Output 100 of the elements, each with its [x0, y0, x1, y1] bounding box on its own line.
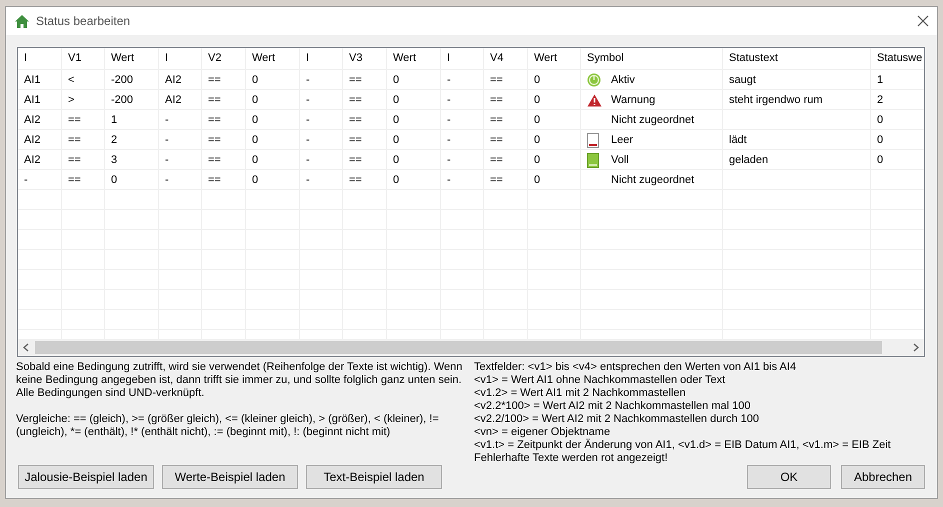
- table-cell-text: -: [447, 72, 451, 88]
- symbol-label: Aktiv: [611, 72, 635, 88]
- symbol-label: Voll: [611, 152, 629, 168]
- column-header: V1: [68, 50, 82, 66]
- table-cell-text: ==: [490, 132, 503, 148]
- table-cell-text: ==: [68, 172, 81, 188]
- table-cell-text: AI1: [24, 92, 41, 108]
- table-cell-text: -: [306, 112, 310, 128]
- dialog-button[interactable]: Abbrechen: [841, 465, 925, 489]
- help-text: <vn> = eigener Objektname: [474, 426, 612, 438]
- table-cell-text: -: [165, 152, 169, 168]
- column-header: I: [306, 50, 310, 66]
- table-cell-text: 0: [252, 152, 258, 168]
- table-cell-text: ==: [349, 152, 362, 168]
- table-cell-text: ==: [490, 72, 503, 88]
- column-header: V4: [490, 50, 504, 66]
- table-cell-text: 0: [393, 132, 400, 148]
- close-icon[interactable]: [917, 15, 929, 27]
- table-cell-text: AI2: [24, 132, 41, 148]
- table-cell-text: ==: [68, 152, 81, 168]
- table-cell-text: ==: [208, 72, 221, 88]
- scrollbar-thumb[interactable]: [35, 341, 882, 354]
- dialog-button[interactable]: Jalousie-Beispiel laden: [18, 465, 154, 489]
- table-cell-text: 0: [877, 112, 884, 128]
- column-header: I: [24, 50, 28, 66]
- table-cell-text: ==: [208, 132, 221, 148]
- table-cell-text: 3: [111, 152, 118, 168]
- table-cell-text: 0: [534, 152, 540, 168]
- table-cell-text: ==: [490, 112, 503, 128]
- help-text: Vergleiche: == (gleich), >= (größer gleich), <= (kleiner gleich), > (größer), < (kleiner), != (ungleich), *= (enthält), !* (enthält nicht), := (beginnt mit), !: (beginnt nicht mit): [16, 413, 440, 439]
- table-cell-text: -: [306, 132, 310, 148]
- table-cell-text: -: [306, 172, 310, 188]
- dialog-button[interactable]: OK: [747, 465, 831, 489]
- table-cell-text: ==: [349, 132, 362, 148]
- table-cell-text: AI2: [165, 72, 182, 88]
- table-cell-text: -: [165, 112, 169, 128]
- table-cell-text: 0: [393, 172, 400, 188]
- table-cell-text: 0: [534, 72, 540, 88]
- table-cell-text: -: [447, 152, 451, 168]
- table-cell-text: ==: [349, 92, 362, 108]
- table-cell-text: 0: [534, 132, 540, 148]
- table-cell-text: steht irgendwo rum: [729, 92, 823, 108]
- table-cell-text: 0: [252, 132, 258, 148]
- table-cell-text: AI1: [24, 72, 41, 88]
- table-cell-text: ==: [208, 112, 221, 128]
- table-cell-text: AI2: [24, 112, 41, 128]
- column-header: Symbol: [587, 50, 624, 66]
- table-cell-text: ==: [349, 172, 362, 188]
- power-icon: [587, 73, 601, 87]
- table-cell-text: -: [306, 92, 310, 108]
- column-header: V3: [349, 50, 362, 66]
- home-icon: [14, 14, 30, 28]
- column-header: Wert: [111, 50, 134, 66]
- table-cell-text: 0: [534, 172, 540, 188]
- table-cell-text: ==: [68, 132, 81, 148]
- table-cell-text: 1: [877, 72, 884, 88]
- help-text: Sobald eine Bedingung zutrifft, wird sie verwendet (Reihenfolge der Texte ist wichtig). Wenn keine Bedingung angegeben ist, dann trifft sie immer zu, und sollte folglich ganz unten sein.: [16, 361, 464, 387]
- dialog-button[interactable]: Werte-Beispiel laden: [162, 465, 298, 489]
- help-text: <v1> = Wert AI1 ohne Nachkommastellen oder Text: [474, 374, 726, 387]
- horizontal-scrollbar[interactable]: [18, 339, 924, 356]
- table-cell-text: -: [165, 172, 169, 188]
- help-text: <v1.t> = Zeitpunkt der Änderung von AI1, <v1.d> = EIB Datum AI1, <v1.m> = EIB Zeit: [474, 439, 892, 452]
- battery-full-icon: [587, 152, 599, 168]
- help-text: <v2.2/100> = Wert AI2 mit 2 Nachkommastellen durch 100: [474, 413, 760, 426]
- table-cell-text: -200: [111, 72, 134, 88]
- table-cell-text: -: [24, 172, 28, 188]
- table-cell-text: -: [447, 92, 451, 108]
- table-cell-text: -: [447, 112, 451, 128]
- dialog-button[interactable]: Text-Beispiel laden: [306, 465, 442, 489]
- help-text: <v2.2*100> = Wert AI2 mit 2 Nachkommastellen mal 100: [474, 400, 752, 413]
- table-cell-text: 0: [534, 112, 540, 128]
- column-header: Statuswe: [877, 50, 922, 66]
- warning-icon: [587, 94, 602, 106]
- symbol-label: Warnung: [611, 92, 656, 108]
- table-cell-text: ==: [490, 152, 503, 168]
- column-header: V2: [208, 50, 222, 66]
- table-cell-text: 0: [393, 72, 400, 88]
- column-header: Wert: [252, 50, 276, 66]
- table-cell-text: ==: [490, 172, 503, 188]
- table-cell-text: lädt: [729, 132, 747, 148]
- table-cell-text: -: [306, 72, 310, 88]
- table-cell-text: 0: [393, 112, 400, 128]
- table-cell-text: 2: [111, 132, 118, 148]
- help-text: <v1.2> = Wert AI1 mit 2 Nachkommastellen: [474, 387, 687, 400]
- column-header: Statustext: [729, 50, 778, 66]
- help-text: Alle Bedingungen sind UND-verknüpft.: [16, 387, 206, 400]
- symbol-label: Nicht zugeordnet: [611, 172, 694, 188]
- table-cell-text: ==: [490, 92, 503, 108]
- table-cell-text: ==: [208, 92, 221, 108]
- table-cell-text: -: [447, 132, 451, 148]
- table-cell-text: geladen: [729, 152, 768, 168]
- table-cell-text: 0: [111, 172, 118, 188]
- table-cell-text: -: [447, 172, 451, 188]
- table-cell-text: 0: [393, 92, 400, 108]
- table-cell-text: 0: [252, 172, 258, 188]
- column-header: Wert: [393, 50, 416, 66]
- table-cell-text: AI2: [165, 92, 182, 108]
- table-cell-text: ==: [208, 152, 221, 168]
- table-cell-text: -200: [111, 92, 134, 108]
- table-cell-text: -: [165, 132, 169, 148]
